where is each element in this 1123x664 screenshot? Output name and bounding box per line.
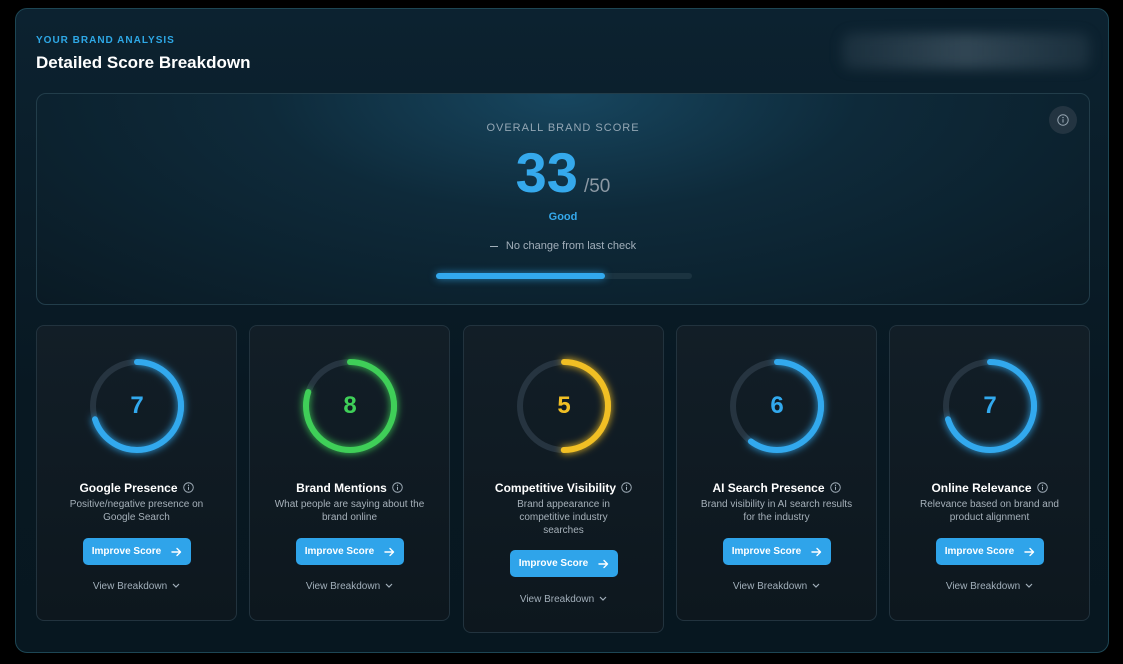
score-ring: 6 (727, 356, 827, 456)
chevron-down-icon (812, 580, 820, 591)
view-breakdown-label: View Breakdown (945, 581, 1021, 592)
improve-score-label: Improve Score (304, 546, 375, 557)
overall-progress-fill (436, 273, 605, 279)
score-value: 5 (557, 392, 571, 419)
improve-score-label: Improve Score (731, 546, 802, 557)
overall-score: 33/50 (37, 140, 1089, 205)
card-title: Brand Mentions (250, 481, 449, 496)
score-ring: 7 (87, 356, 187, 456)
chevron-down-icon (172, 580, 180, 591)
view-breakdown-link[interactable]: View Breakdown (37, 580, 236, 592)
card-title: Google Presence (37, 481, 236, 496)
score-card-competitive-visibility: 5 Competitive Visibility Brand appearanc… (463, 325, 664, 633)
view-breakdown-label: View Breakdown (92, 581, 168, 592)
score-breakdown-panel: YOUR BRAND ANALYSIS Detailed Score Break… (15, 8, 1109, 653)
improve-score-label: Improve Score (944, 546, 1015, 557)
card-title: Competitive Visibility (464, 481, 663, 496)
card-description: What people are saying about the brand o… (274, 499, 425, 523)
chevron-down-icon (385, 580, 393, 591)
chevron-down-icon (1025, 580, 1033, 591)
overall-progress-bar (436, 273, 692, 279)
overall-rating: Good (548, 211, 578, 223)
improve-score-button[interactable]: Improve Score (936, 538, 1044, 565)
section-eyebrow: YOUR BRAND ANALYSIS (36, 35, 175, 46)
card-description: Brand appearance in competitive industry… (517, 499, 610, 536)
card-title-text: Competitive Visibility (494, 481, 617, 495)
arrow-right-icon (384, 547, 395, 556)
score-value: 7 (130, 392, 144, 419)
score-value: 8 (343, 392, 357, 419)
overall-change: No change from last check (37, 240, 1089, 252)
view-breakdown-label: View Breakdown (305, 581, 381, 592)
card-title-text: Online Relevance (931, 481, 1032, 495)
overall-change-text: No change from last check (505, 240, 637, 252)
view-breakdown-link[interactable]: View Breakdown (677, 580, 876, 592)
view-breakdown-label: View Breakdown (732, 581, 808, 592)
score-value: 6 (770, 392, 784, 419)
score-card-brand-mentions: 8 Brand Mentions What people are saying … (249, 325, 450, 621)
improve-score-button[interactable]: Improve Score (83, 538, 191, 565)
card-description: Positive/negative presence on Google Sea… (69, 499, 204, 523)
score-ring: 7 (940, 356, 1040, 456)
card-title-text: AI Search Presence (712, 481, 825, 495)
score-card-ai-search-presence: 6 AI Search Presence Brand visibility in… (676, 325, 877, 621)
improve-score-button[interactable]: Improve Score (723, 538, 831, 565)
card-title-text: Google Presence (79, 481, 178, 495)
improve-score-button[interactable]: Improve Score (510, 550, 618, 577)
card-title-text: Brand Mentions (296, 481, 387, 495)
overall-score-max: /50 (583, 176, 611, 197)
blurred-header-area (842, 33, 1090, 69)
chevron-down-icon (599, 593, 607, 604)
card-title: Online Relevance (890, 481, 1089, 496)
score-ring: 5 (514, 356, 614, 456)
card-description: Relevance based on brand and product ali… (920, 499, 1059, 523)
card-description: Brand visibility in AI search results fo… (700, 499, 853, 523)
improve-score-label: Improve Score (91, 546, 162, 557)
improve-score-label: Improve Score (518, 558, 589, 569)
info-icon[interactable] (829, 482, 841, 496)
info-icon[interactable] (621, 482, 632, 496)
score-card-google-presence: 7 Google Presence Positive/negative pres… (36, 325, 237, 621)
overall-score-card: OVERALL BRAND SCORE 33/50 Good No change… (36, 93, 1090, 305)
overall-score-label: OVERALL BRAND SCORE (486, 122, 640, 134)
info-icon[interactable] (1036, 482, 1048, 496)
view-breakdown-label: View Breakdown (519, 594, 595, 605)
view-breakdown-link[interactable]: View Breakdown (890, 580, 1089, 592)
view-breakdown-link[interactable]: View Breakdown (250, 580, 449, 592)
arrow-right-icon (171, 547, 182, 556)
score-ring: 8 (300, 356, 400, 456)
page-title: Detailed Score Breakdown (36, 53, 251, 72)
view-breakdown-link[interactable]: View Breakdown (464, 593, 663, 605)
info-icon[interactable] (392, 482, 403, 496)
score-card-online-relevance: 7 Online Relevance Relevance based on br… (889, 325, 1090, 621)
dash-icon (489, 245, 498, 247)
arrow-right-icon (1024, 547, 1035, 556)
arrow-right-icon (598, 559, 609, 568)
improve-score-button[interactable]: Improve Score (296, 538, 404, 565)
overall-score-value: 33 (515, 141, 578, 204)
score-value: 7 (983, 392, 997, 419)
info-icon[interactable] (182, 482, 194, 496)
arrow-right-icon (811, 547, 822, 556)
card-title: AI Search Presence (677, 481, 876, 496)
